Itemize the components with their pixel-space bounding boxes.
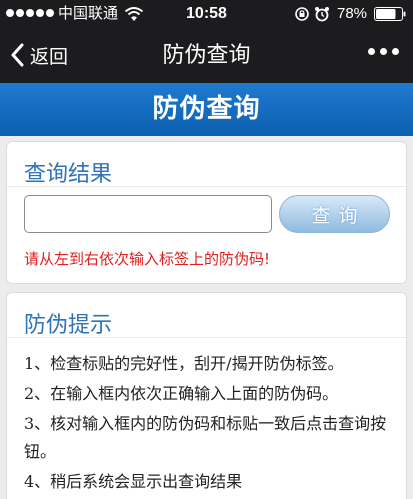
chevron-left-icon — [11, 43, 24, 67]
divider — [7, 337, 406, 338]
battery-percentage: 78% — [337, 5, 368, 22]
tips-card-title: 防伪提示 — [24, 313, 113, 338]
security-code-input[interactable] — [24, 195, 272, 233]
navigation-bar: 返回 防伪查询 — [0, 28, 413, 83]
list-item: 4、稍后系统会显示出查询结果 — [24, 472, 243, 491]
tips-list: 1、检查标贴的完好性，刮开/揭开防伪标签。 2、在输入框内依次正确输入上面的防伪… — [24, 350, 394, 496]
page-header-title: 防伪查询 — [0, 83, 413, 136]
rotation-lock-icon — [295, 7, 309, 21]
list-item: 3、核对输入框内的防伪码和标贴一致后点击查询按钮。 — [24, 414, 387, 461]
tips-card: 防伪提示 1、检查标贴的完好性，刮开/揭开防伪标签。 2、在输入框内依次正确输入… — [6, 292, 407, 499]
list-item: 1、检查标贴的完好性，刮开/揭开防伪标签。 — [24, 354, 344, 373]
query-result-card: 查询结果 查询 请从左到右依次输入标签上的防伪码! — [6, 141, 407, 284]
alarm-clock-icon — [315, 7, 329, 22]
more-dots-icon — [368, 48, 375, 55]
input-hint: 请从左到右依次输入标签上的防伪码! — [24, 250, 271, 268]
more-options-button[interactable] — [368, 48, 399, 55]
back-button[interactable]: 返回 — [10, 40, 68, 70]
battery-icon — [374, 7, 406, 21]
back-label: 返回 — [30, 45, 69, 68]
status-bar: 中国联通 10:58 78% — [0, 0, 413, 28]
result-card-title: 查询结果 — [24, 162, 113, 187]
query-button[interactable]: 查询 — [279, 195, 390, 233]
divider — [7, 186, 406, 187]
list-item: 2、在输入框内依次正确输入上面的防伪码。 — [24, 384, 339, 403]
